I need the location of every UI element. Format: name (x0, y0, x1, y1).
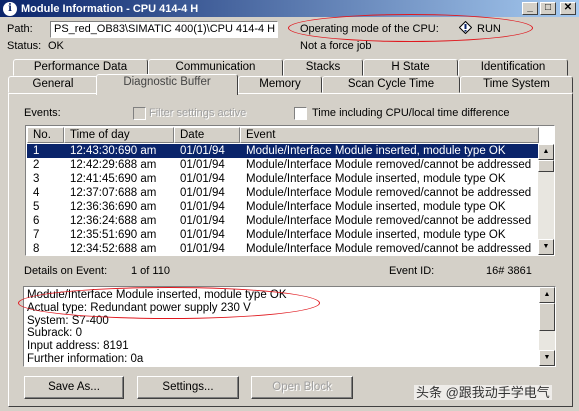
window-controls: _ □ ✕ (522, 2, 576, 15)
window-title: Module Information - CPU 414-4 H (21, 2, 199, 15)
status-label: Status: (7, 40, 42, 52)
operating-mode-label: Operating mode of the CPU: (300, 23, 439, 35)
tab-stacks[interactable]: Stacks (283, 59, 363, 76)
diagnostic-buffer-panel (8, 93, 573, 407)
tab-scan-cycle-time[interactable]: Scan Cycle Time (322, 76, 460, 93)
tab-time-system[interactable]: Time System (460, 76, 573, 93)
info-icon: i (3, 1, 17, 16)
path-label: Path: (7, 23, 33, 35)
tab-diagnostic-buffer[interactable]: Diagnostic Buffer (96, 74, 238, 95)
tab-identification[interactable]: Identification (458, 59, 568, 76)
run-mode-icon (459, 21, 472, 34)
force-job-text: Not a force job (300, 40, 372, 52)
tab-h-state[interactable]: H State (363, 59, 458, 76)
operating-mode-value: RUN (477, 23, 501, 35)
title-bar[interactable]: i Module Information - CPU 414-4 H _ □ ✕ (0, 0, 579, 17)
tab-general[interactable]: General (8, 76, 98, 93)
close-button[interactable]: ✕ (560, 2, 576, 15)
minimize-button[interactable]: _ (522, 2, 538, 15)
maximize-button[interactable]: □ (540, 2, 556, 15)
path-field[interactable]: PS_red_OB83\SIMATIC 400(1)\CPU 414-4 H (50, 21, 278, 38)
tab-memory[interactable]: Memory (238, 76, 322, 93)
status-value: OK (48, 40, 64, 52)
